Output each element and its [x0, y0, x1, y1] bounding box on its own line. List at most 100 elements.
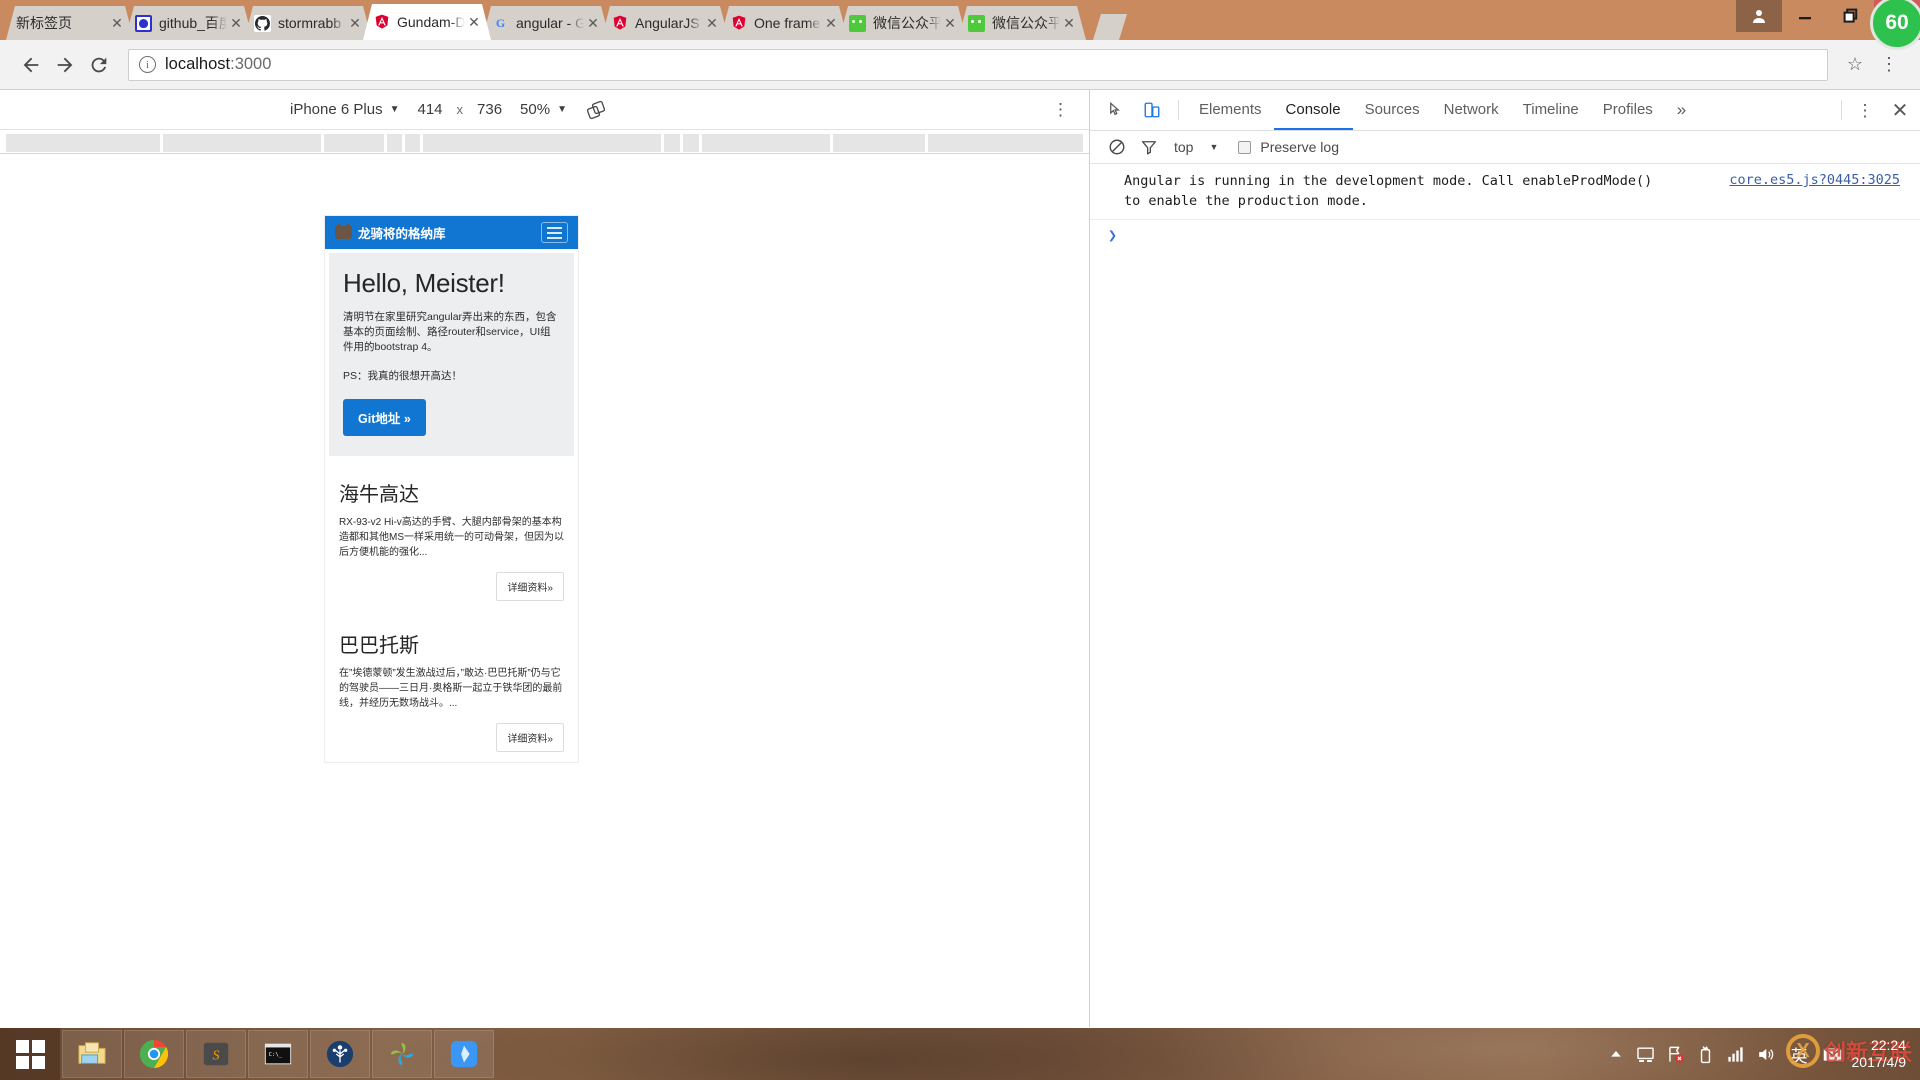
more-tabs-icon[interactable]: »: [1665, 90, 1698, 130]
google-icon: G: [495, 15, 506, 30]
volume-icon[interactable]: [1751, 1034, 1781, 1074]
dimension-separator: x: [457, 102, 464, 117]
console-prompt[interactable]: ❯: [1090, 220, 1920, 250]
browser-tab-0[interactable]: 新标签页 ✕: [6, 6, 134, 40]
tab-timeline[interactable]: Timeline: [1511, 90, 1591, 130]
console-output[interactable]: Angular is running in the development mo…: [1090, 164, 1920, 1027]
taskbar-command-prompt[interactable]: C:\_: [248, 1030, 308, 1078]
start-button[interactable]: [0, 1028, 60, 1080]
clear-console-icon[interactable]: [1104, 134, 1130, 160]
user-profile-button[interactable]: [1736, 0, 1782, 32]
browser-tab-6[interactable]: One frame ✕: [720, 6, 848, 40]
tab-profiles[interactable]: Profiles: [1591, 90, 1665, 130]
console-message-row[interactable]: Angular is running in the development mo…: [1090, 164, 1920, 221]
file-explorer-icon: [76, 1038, 108, 1070]
tab-close-icon[interactable]: ✕: [346, 14, 364, 32]
jumbotron: Hello, Meister! 清明节在家里研究angular弄出来的东西，包含…: [329, 253, 574, 456]
browser-window: 新标签页 ✕ github_百度 ✕ stormrabb ✕ Gundam-D …: [0, 0, 1920, 1028]
restore-button[interactable]: [1828, 0, 1874, 32]
card-body: 在”埃德蒙顿”发生激战过后，”敢达·巴巴托斯”仍与它的驾驶员——三日月·奥格斯一…: [339, 667, 563, 709]
tab-label: Profiles: [1602, 100, 1653, 118]
tab-elements[interactable]: Elements: [1187, 90, 1274, 130]
inspect-element-icon[interactable]: [1098, 90, 1134, 130]
browser-tab-2[interactable]: stormrabb ✕: [244, 6, 372, 40]
new-tab-button[interactable]: [1093, 14, 1127, 40]
svg-text:S: S: [212, 1048, 219, 1064]
tab-close-icon[interactable]: ✕: [822, 14, 840, 32]
rotate-device-icon[interactable]: [585, 99, 607, 121]
taskbar-evernote[interactable]: [434, 1030, 494, 1078]
taskbar-clock[interactable]: 22:24 2017/4/9: [1848, 1037, 1913, 1071]
console-message-source-link[interactable]: core.es5.js?0445:3025: [1729, 172, 1900, 188]
taskbar-sourcetree[interactable]: [310, 1030, 370, 1078]
device-name: iPhone 6 Plus: [290, 101, 383, 118]
viewport-height: 736: [477, 101, 503, 118]
tab-network[interactable]: Network: [1432, 90, 1511, 130]
address-bar[interactable]: i localhost:3000: [128, 48, 1828, 81]
browser-tab-4[interactable]: G angular - G ✕: [482, 6, 610, 40]
taskbar-sublime-text[interactable]: S: [186, 1030, 246, 1078]
tab-close-icon[interactable]: ✕: [227, 14, 245, 32]
device-select[interactable]: iPhone 6 Plus ▼: [290, 101, 399, 118]
browser-tab-1[interactable]: github_百度 ✕: [125, 6, 253, 40]
tab-close-icon[interactable]: ✕: [465, 13, 483, 31]
navbar-brand[interactable]: 龙骑将的格纳库: [358, 223, 446, 242]
tab-close-icon[interactable]: ✕: [108, 14, 126, 32]
taskbar-chrome[interactable]: [124, 1030, 184, 1078]
card-detail-button[interactable]: 详细资料»: [496, 722, 564, 752]
system-tray: 英 22:24 2017/4/9: [1601, 1034, 1920, 1074]
execution-context-select[interactable]: top ▼: [1174, 139, 1218, 155]
reload-button[interactable]: [82, 48, 116, 82]
taskbar-app[interactable]: [372, 1030, 432, 1078]
windows-logo-icon: [15, 1039, 45, 1069]
card-detail-button[interactable]: 详细资料»: [496, 571, 564, 601]
back-button[interactable]: [14, 48, 48, 82]
git-link-button[interactable]: Git地址 »: [343, 398, 426, 436]
bookmark-star-icon[interactable]: ☆: [1838, 48, 1872, 82]
navbar-toggler-button[interactable]: [541, 222, 568, 243]
angular-icon: [611, 15, 628, 32]
signal-icon[interactable]: [1721, 1034, 1751, 1074]
page-heading: Hello, Meister!: [343, 268, 505, 298]
device-toolbar-icon[interactable]: [1134, 90, 1170, 130]
show-hidden-icons-button[interactable]: [1601, 1034, 1631, 1074]
browser-tab-7[interactable]: 微信公众平 ✕: [839, 6, 967, 40]
tab-close-icon[interactable]: ✕: [584, 14, 602, 32]
card-actions: 详细资料»: [339, 722, 564, 752]
browser-menu-button[interactable]: ⋮: [1872, 48, 1906, 82]
site-info-icon[interactable]: i: [139, 56, 156, 73]
preserve-log-option[interactable]: Preserve log: [1238, 139, 1339, 155]
context-name: top: [1174, 139, 1194, 155]
devtools-menu-button[interactable]: ⋮: [1850, 90, 1880, 130]
zoom-select[interactable]: 50% ▼: [520, 101, 567, 118]
tab-label: Network: [1443, 100, 1499, 118]
filter-icon[interactable]: [1136, 134, 1162, 160]
tab-label: Timeline: [1522, 100, 1579, 118]
zoom-level: 50%: [520, 101, 551, 118]
device-emulation-pane: iPhone 6 Plus ▼ 414 x 736 50% ▼ ⋮ 龙骑将的格纳…: [0, 90, 1090, 1027]
browser-tab-8[interactable]: 微信公众平 ✕: [958, 6, 1086, 40]
browser-tab-3-active[interactable]: Gundam-D ✕: [363, 4, 491, 40]
viewport-width-input[interactable]: 414: [417, 101, 442, 118]
action-center-icon[interactable]: [1818, 1034, 1848, 1074]
tab-title: Gundam-D: [397, 14, 465, 30]
tab-close-icon[interactable]: ✕: [1060, 14, 1078, 32]
network-error-icon[interactable]: [1661, 1034, 1691, 1074]
devtools-close-button[interactable]: ✕: [1880, 90, 1920, 130]
battery-icon[interactable]: [1691, 1034, 1721, 1074]
device-toolbar-menu[interactable]: ⋮: [1052, 101, 1069, 118]
tab-title: stormrabb: [278, 15, 342, 31]
taskbar-file-explorer[interactable]: [62, 1030, 122, 1078]
preserve-log-checkbox[interactable]: [1238, 140, 1252, 154]
clock-date: 2017/4/9: [1851, 1054, 1907, 1070]
forward-button[interactable]: [48, 48, 82, 82]
tab-sources[interactable]: Sources: [1353, 90, 1432, 130]
minimize-button[interactable]: [1782, 0, 1828, 32]
monitor-icon[interactable]: [1631, 1034, 1661, 1074]
browser-tab-5[interactable]: AngularJS ✕: [601, 6, 729, 40]
tab-close-icon[interactable]: ✕: [703, 14, 721, 32]
input-language-indicator[interactable]: 英: [1781, 1042, 1818, 1067]
tab-console[interactable]: Console: [1273, 90, 1353, 130]
viewport-height-input[interactable]: 736: [477, 101, 502, 118]
tab-close-icon[interactable]: ✕: [941, 14, 959, 32]
